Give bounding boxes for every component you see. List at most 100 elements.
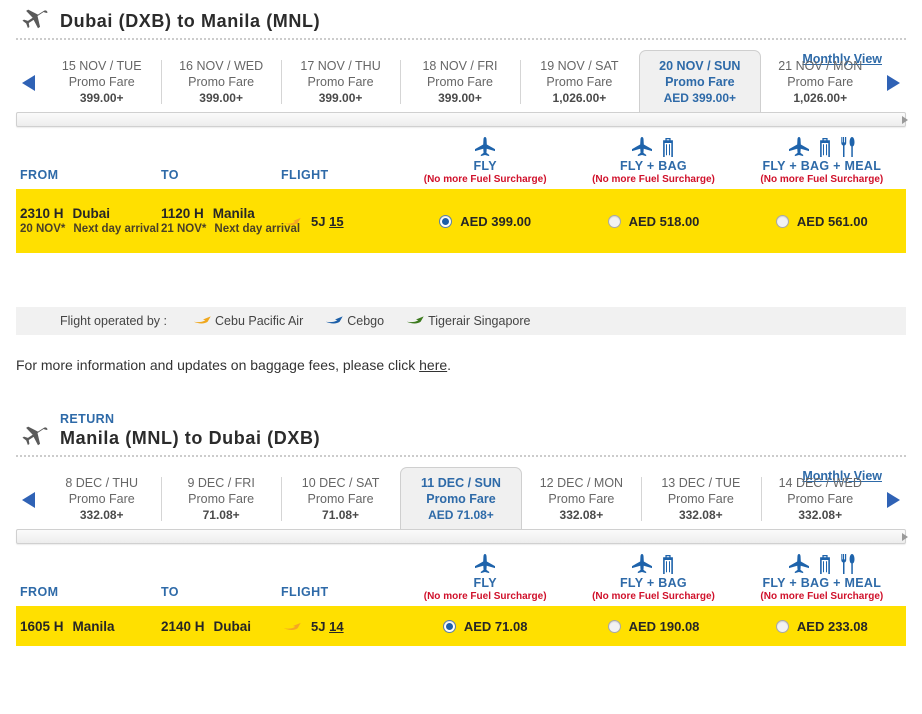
bag-icon <box>660 137 676 157</box>
outbound-depart-cell: 2310 H Dubai 20 NOV* Next day arrival <box>16 205 161 237</box>
outbound-route-title: Dubai (DXB) to Manila (MNL) <box>60 11 321 31</box>
outbound-bundle-headers: FLY (No more Fuel Surcharge) FLY + BAG (No … <box>401 133 906 186</box>
return-fare-amount-1: AED 190.08 <box>628 618 700 634</box>
meal-icon <box>840 136 856 157</box>
outbound-fare-radio-2[interactable] <box>775 214 789 228</box>
return-bundle-headers: FLY (No more Fuel Surcharge) FLY + BAG (No … <box>401 550 906 603</box>
airplane-icon <box>14 419 54 451</box>
return-date-cell-6[interactable]: 14 DEC / WED Promo Fare 332.08+ <box>760 471 880 529</box>
outbound-date-cell-2[interactable]: 17 NOV / THU Promo Fare 399.00+ <box>280 54 400 112</box>
outbound-bundle-name-0: FLY <box>473 158 497 173</box>
return-bundle-0: FLY (No more Fuel Surcharge) <box>401 550 569 603</box>
return-date-cell-1[interactable]: 9 DEC / FRI Promo Fare 71.08+ <box>161 471 280 529</box>
outbound-fare-radio-0[interactable] <box>439 214 453 228</box>
baggage-fee-note: For more information and updates on bagg… <box>16 335 906 373</box>
return-fare-label: Promo Fare <box>787 492 854 506</box>
return-bundle-icons-1 <box>569 550 737 574</box>
cebgo-icon <box>325 314 347 328</box>
outbound-date-label: 16 NOV / WED <box>179 59 264 73</box>
return-fare-label: Promo Fare <box>188 492 255 506</box>
return-fare-value: 332.08+ <box>559 508 604 522</box>
return-title-divider <box>16 455 906 457</box>
return-depart-cell: 1605 H Manila <box>16 618 161 635</box>
outbound-bundle-icons-0 <box>401 133 569 157</box>
return-fare-radio-2[interactable] <box>775 619 789 633</box>
return-date-cell-4[interactable]: 12 DEC / MON Promo Fare 332.08+ <box>522 471 641 529</box>
flight-search-results-page: Dubai (DXB) to Manila (MNL) Monthly View… <box>0 0 922 714</box>
return-prev-date-arrow[interactable] <box>16 471 42 529</box>
bag-icon <box>817 137 833 157</box>
return-date-cell-2[interactable]: 10 DEC / SAT Promo Fare 71.08+ <box>280 471 400 529</box>
outbound-depart-date: 20 NOV* <box>20 223 66 235</box>
return-depart-time: 1605 H <box>20 618 64 634</box>
return-date-label: 13 DEC / TUE <box>661 476 741 490</box>
return-bundle-2: FLY + BAG + MEAL (No more Fuel Surcharge) <box>738 550 906 603</box>
outbound-fare-amount-1: AED 518.00 <box>628 213 700 229</box>
outbound-next-date-arrow[interactable] <box>880 54 906 112</box>
outbound-fare-slot-1: AED 518.00 <box>569 214 737 229</box>
return-date-cell-0[interactable]: 8 DEC / THU Promo Fare 332.08+ <box>42 471 161 529</box>
outbound-date-cell-0[interactable]: 15 NOV / TUE Promo Fare 399.00+ <box>42 54 161 112</box>
outbound-depart-time: 2310 H <box>20 206 64 221</box>
outbound-flight-row[interactable]: 2310 H Dubai 20 NOV* Next day arrival 1120… <box>16 189 906 253</box>
return-date-label: 9 DEC / FRI <box>187 476 255 490</box>
outbound-table-header: FROM TO FLIGHT FLY (No more Fuel Surcharg… <box>16 127 906 189</box>
meal-icon <box>840 553 856 574</box>
return-bundle-name-1: FLY + BAG <box>620 575 687 590</box>
outbound-fare-value: 399.00+ <box>318 91 363 105</box>
return-date-cell-5[interactable]: 13 DEC / TUE Promo Fare 332.08+ <box>641 471 760 529</box>
outbound-date-cell-1[interactable]: 16 NOV / WED Promo Fare 399.00+ <box>161 54 280 112</box>
outbound-bundle-name-1: FLY + BAG <box>620 158 687 173</box>
operated-by-airline-name-1: Cebgo <box>347 314 385 328</box>
operated-by-bar: Flight operated by : Cebu Pacific Air Ceb… <box>16 307 906 335</box>
return-arrive-time: 2140 H <box>161 618 205 634</box>
outbound-bundle-2: FLY + BAG + MEAL (No more Fuel Surcharge) <box>738 133 906 186</box>
return-date-cell-3[interactable]: 11 DEC / SUN Promo Fare AED 71.08+ <box>400 467 522 529</box>
return-header-flight: FLIGHT <box>281 585 329 599</box>
outbound-header-flight: FLIGHT <box>281 168 329 182</box>
return-bundle-icons-2 <box>738 550 906 574</box>
outbound-fare-value: 399.00+ <box>79 91 124 105</box>
outbound-fare-slot-2: AED 561.00 <box>738 214 906 229</box>
outbound-fare-value: AED 399.00+ <box>663 91 737 105</box>
outbound-date-cell-5[interactable]: 20 NOV / SUN Promo Fare AED 399.00+ <box>639 50 761 112</box>
outbound-date-strip-wrapper: Monthly View 15 NOV / TUE Promo Fare 399.0… <box>0 50 922 112</box>
return-route-header: RETURN Manila (MNL) to Dubai (DXB) <box>0 407 922 451</box>
return-fare-value: 71.08+ <box>202 508 240 522</box>
return-fare-radio-0[interactable] <box>442 619 456 633</box>
return-results-table: FROM TO FLIGHT FLY (No more Fuel Surcharg… <box>16 544 906 646</box>
outbound-date-cell-3[interactable]: 18 NOV / FRI Promo Fare 399.00+ <box>400 54 519 112</box>
return-flight-row[interactable]: 1605 H Manila 2140 H Dubai 5J 14 AED 71.08… <box>16 606 906 646</box>
outbound-date-cell-6[interactable]: 21 NOV / MON Promo Fare 1,026.00+ <box>761 54 880 112</box>
baggage-fees-link[interactable]: here <box>419 357 447 373</box>
outbound-arrive-time: 1120 H <box>161 206 204 221</box>
outbound-date-cells: 15 NOV / TUE Promo Fare 399.00+ 16 NOV / WE… <box>42 50 880 112</box>
outbound-bundle-0: FLY (No more Fuel Surcharge) <box>401 133 569 186</box>
outbound-date-cell-4[interactable]: 19 NOV / SAT Promo Fare 1,026.00+ <box>519 54 639 112</box>
outbound-fare-radio-1[interactable] <box>607 214 621 228</box>
cebu-pacific-icon <box>193 314 215 328</box>
return-fare-amount-2: AED 233.08 <box>796 618 868 634</box>
return-horizontal-scrollbar[interactable] <box>16 529 908 544</box>
outbound-prev-date-arrow[interactable] <box>16 54 42 112</box>
return-bundle-1: FLY + BAG (No more Fuel Surcharge) <box>569 550 737 603</box>
outbound-flight-number[interactable]: 5J 15 <box>311 214 344 229</box>
return-fare-slot-2: AED 233.08 <box>738 619 906 634</box>
plane-icon <box>631 136 653 157</box>
return-bundle-name-2: FLY + BAG + MEAL <box>762 575 882 590</box>
plane-icon <box>788 553 810 574</box>
return-date-strip: 8 DEC / THU Promo Fare 332.08+ 9 DEC / FRI P… <box>16 467 906 529</box>
return-flight-number[interactable]: 5J 14 <box>311 619 344 634</box>
return-next-date-arrow[interactable] <box>880 471 906 529</box>
return-fare-radio-1[interactable] <box>607 619 621 633</box>
outbound-fare-label: Promo Fare <box>307 75 374 89</box>
bag-icon <box>817 554 833 574</box>
return-date-label: 10 DEC / SAT <box>301 476 380 490</box>
return-bundle-note-0: (No more Fuel Surcharge) <box>423 591 547 602</box>
cebu-pacific-plane-icon <box>283 215 303 227</box>
operated-by-airline-0: Cebu Pacific Air <box>193 314 303 328</box>
return-fare-label: Promo Fare <box>307 492 374 506</box>
outbound-arrive-cell: 1120 H Manila 21 NOV* Next day arrival <box>161 205 300 237</box>
outbound-horizontal-scrollbar[interactable] <box>16 112 908 127</box>
return-bundle-note-1: (No more Fuel Surcharge) <box>592 591 715 602</box>
